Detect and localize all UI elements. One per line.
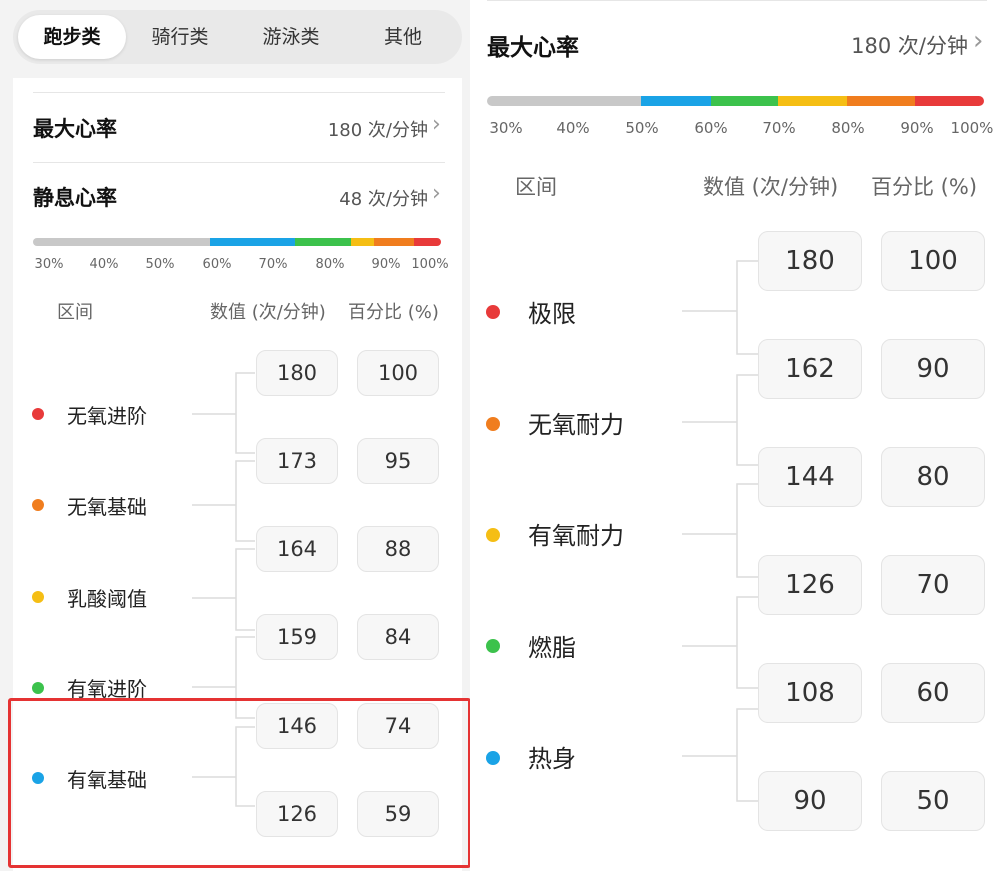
chevron-right-icon: › (973, 26, 984, 56)
tick-label: 40% (89, 257, 119, 272)
zone-dot-yellow (32, 591, 44, 603)
zone-name: 无氧耐力 (528, 411, 624, 439)
rest-hr-value: 48 次/分钟 (339, 189, 428, 210)
bpm-input[interactable]: 180 (758, 231, 862, 291)
bar-segment-green (295, 238, 351, 246)
chevron-right-icon: › (432, 181, 441, 206)
tick-label: 90% (371, 257, 401, 272)
max-hr-value: 180 次/分钟 (851, 34, 968, 58)
zone-name: 有氧耐力 (528, 522, 624, 550)
bar-segment-red (915, 96, 984, 106)
bar-segment-gray (487, 96, 641, 106)
pct-input[interactable]: 95 (357, 438, 439, 484)
bpm-input[interactable]: 144 (758, 447, 862, 507)
bpm-input[interactable]: 90 (758, 771, 862, 831)
tick-label: 60% (694, 119, 728, 137)
bar-segment-gray (33, 238, 210, 246)
bar-segment-orange (374, 238, 414, 246)
tab-cycling[interactable]: 骑行类 (126, 15, 234, 59)
zone-dot-blue (486, 751, 500, 765)
chevron-right-icon: › (432, 112, 441, 137)
tick-label: 80% (315, 257, 345, 272)
tick-label: 90% (900, 119, 934, 137)
divider (487, 0, 987, 1)
zone-name: 无氧进阶 (67, 404, 147, 428)
hr-zone-bar (33, 238, 441, 246)
tick-label: 70% (258, 257, 288, 272)
rest-hr-label: 静息心率 (33, 186, 117, 210)
sport-tabs: 跑步类 骑行类 游泳类 其他 (13, 10, 462, 64)
zone-name: 无氧基础 (67, 495, 147, 519)
divider (33, 162, 445, 163)
tick-label: 30% (34, 257, 64, 272)
tick-label: 60% (202, 257, 232, 272)
pct-input[interactable]: 60 (881, 663, 985, 723)
header-zone: 区间 (57, 302, 93, 323)
tick-label: 30% (489, 119, 523, 137)
bpm-input[interactable]: 108 (758, 663, 862, 723)
zone-name: 热身 (528, 745, 576, 773)
pct-input[interactable]: 50 (881, 771, 985, 831)
zone-name: 极限 (528, 300, 576, 328)
zone-name: 燃脂 (528, 634, 576, 662)
header-pct: 百分比 (%) (348, 302, 439, 323)
zone-dot-green (486, 639, 500, 653)
tab-swimming[interactable]: 游泳类 (237, 15, 345, 59)
highlight-box (8, 698, 471, 868)
pct-input[interactable]: 100 (881, 231, 985, 291)
zone-dot-yellow (486, 528, 500, 542)
pct-input[interactable]: 80 (881, 447, 985, 507)
header-pct: 百分比 (%) (871, 175, 978, 199)
tick-label: 50% (625, 119, 659, 137)
max-hr-label: 最大心率 (487, 35, 579, 61)
pct-input[interactable]: 90 (881, 339, 985, 399)
bar-segment-orange (847, 96, 915, 106)
max-hr-value: 180 次/分钟 (327, 120, 428, 141)
bpm-input[interactable]: 180 (256, 350, 338, 396)
pct-input[interactable]: 70 (881, 555, 985, 615)
pct-input[interactable]: 100 (357, 350, 439, 396)
bpm-input[interactable]: 164 (256, 526, 338, 572)
tick-label: 50% (145, 257, 175, 272)
tick-label: 70% (762, 119, 796, 137)
tab-running[interactable]: 跑步类 (18, 15, 126, 59)
header-value: 数值 (次/分钟) (703, 175, 839, 199)
zone-dot-orange (32, 499, 44, 511)
bar-segment-yellow (351, 238, 374, 246)
tick-label: 100% (411, 257, 449, 272)
zone-dot-orange (486, 417, 500, 431)
divider (33, 92, 445, 93)
pct-input[interactable]: 84 (357, 614, 439, 660)
zone-name: 乳酸阈值 (67, 587, 147, 611)
max-hr-label: 最大心率 (33, 117, 117, 141)
bar-segment-yellow (778, 96, 847, 106)
pct-input[interactable]: 88 (357, 526, 439, 572)
bar-segment-green (711, 96, 778, 106)
bpm-input[interactable]: 173 (256, 438, 338, 484)
bpm-input[interactable]: 126 (758, 555, 862, 615)
tick-label: 40% (556, 119, 590, 137)
header-value: 数值 (次/分钟) (210, 302, 326, 323)
tab-other[interactable]: 其他 (349, 15, 457, 59)
zone-dot-red (486, 305, 500, 319)
tick-label: 80% (831, 119, 865, 137)
zone-dot-red (32, 408, 44, 420)
bar-segment-blue (641, 96, 711, 106)
bpm-input[interactable]: 162 (758, 339, 862, 399)
zone-dot-green (32, 682, 44, 694)
bar-segment-red (414, 238, 441, 246)
header-zone: 区间 (515, 175, 557, 199)
tick-label: 100% (950, 119, 994, 137)
hr-zone-bar (487, 96, 984, 106)
bar-segment-blue (210, 238, 295, 246)
bpm-input[interactable]: 159 (256, 614, 338, 660)
